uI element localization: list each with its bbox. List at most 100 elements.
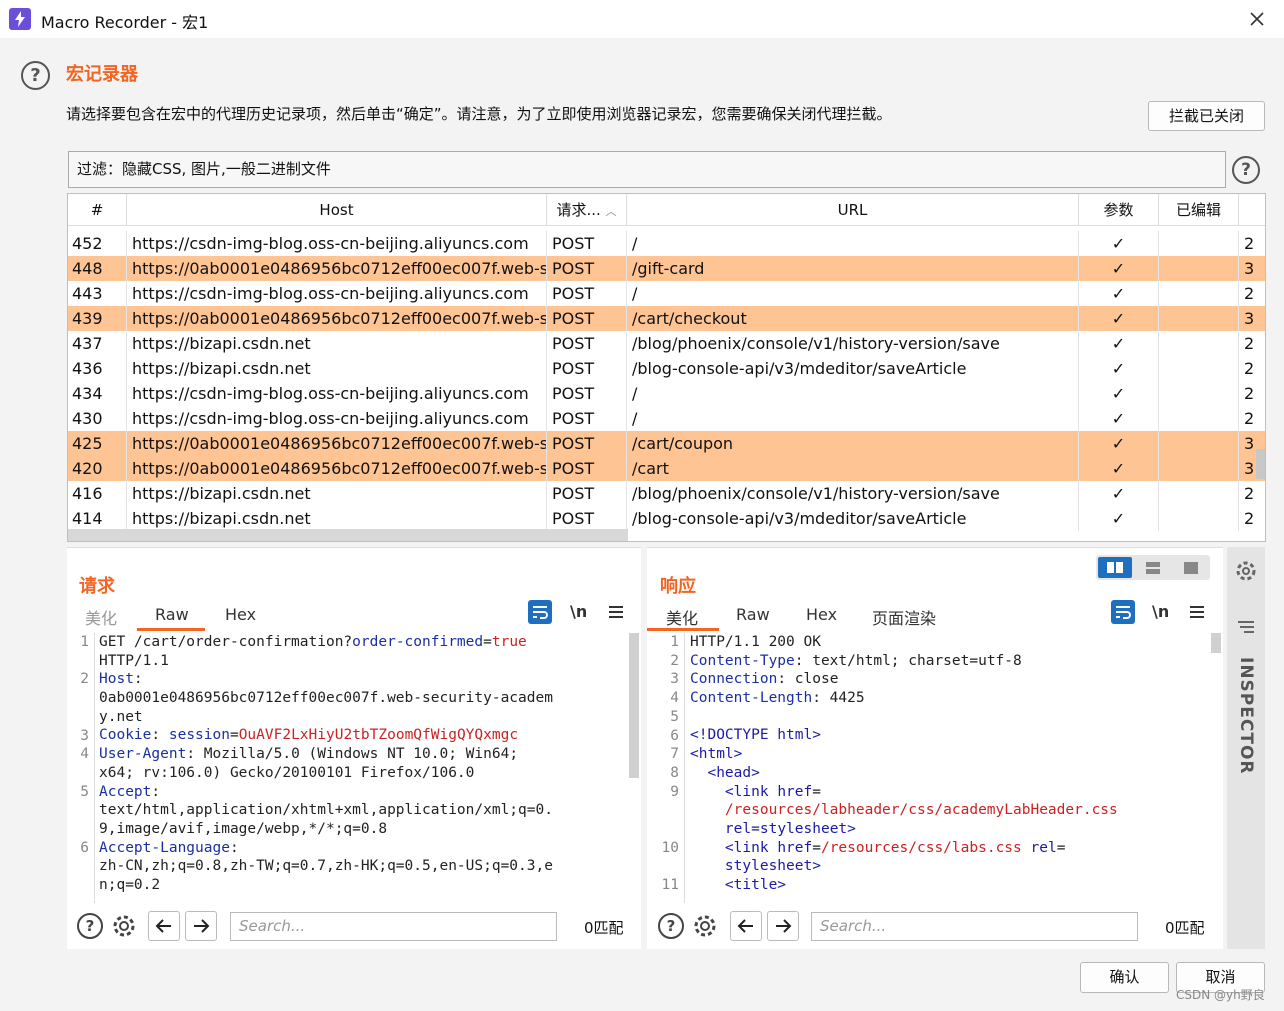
cell-num: 437 xyxy=(72,331,127,356)
cell-num: 416 xyxy=(72,481,127,506)
code-token: GET /cart/order-confirmation? xyxy=(99,634,353,650)
cell-num: 414 xyxy=(72,506,127,531)
cell-method: POST xyxy=(552,306,627,331)
response-scrollbar[interactable] xyxy=(1211,633,1221,653)
request-scrollbar[interactable] xyxy=(629,633,639,778)
cell-url: /cart/checkout xyxy=(632,306,1079,331)
code-line: <head> xyxy=(690,764,1118,783)
gear-icon[interactable] xyxy=(110,912,138,940)
code-token: rel xyxy=(724,820,752,837)
help-icon[interactable]: ? xyxy=(21,61,50,90)
cell-host: https://0ab0001e0486956bc0712eff00ec007f… xyxy=(132,306,547,331)
filter-lines-icon[interactable] xyxy=(1234,615,1258,643)
search-input[interactable]: Search... xyxy=(811,912,1138,941)
table-row[interactable]: 416 https://bizapi.csdn.net POST/blog/phoe… xyxy=(68,481,1265,506)
search-input[interactable]: Search... xyxy=(230,912,557,941)
column-header-url[interactable]: URL xyxy=(627,194,1079,226)
code-token: : xyxy=(151,727,169,744)
code-token: zh-CN,zh;q=0.8,zh-TW;q=0.7,zh-HK;q=0.5,e… xyxy=(99,858,553,875)
table-row[interactable]: 434 https://csdn-img-blog.oss-cn-beijing.… xyxy=(68,381,1265,406)
cell-url: /cart/coupon xyxy=(632,431,1079,456)
request-tab-hex[interactable]: Hex xyxy=(225,605,256,624)
gear-icon[interactable] xyxy=(691,912,719,940)
menu-icon[interactable] xyxy=(1185,600,1209,624)
cell-extra: 2 xyxy=(1244,359,1255,378)
request-tab-raw[interactable]: Raw xyxy=(155,605,189,624)
table-row[interactable]: 437 https://bizapi.csdn.net POST/blog/phoe… xyxy=(68,331,1265,356)
cell-url: / xyxy=(632,281,1079,306)
show-newlines-toggle[interactable]: \n xyxy=(570,602,587,621)
gear-icon[interactable] xyxy=(1234,559,1258,587)
history-table: # Host 请求... ︿ URL 参数 已编辑 452 https://csd… xyxy=(67,193,1266,542)
filter-help-icon[interactable]: ? xyxy=(1232,156,1260,184)
table-row[interactable]: 425 https://0ab0001e0486956bc0712eff00ec0… xyxy=(68,431,1265,456)
code-token: x64; rv:106.0) Gecko/20100101 Firefox/10… xyxy=(99,764,475,781)
menu-icon[interactable] xyxy=(604,600,628,624)
cell-params: ✓ xyxy=(1079,481,1159,506)
code-token: n;q=0.2 xyxy=(99,876,161,893)
show-newlines-toggle[interactable]: \n xyxy=(1152,602,1169,621)
split-vertical-layout-icon[interactable] xyxy=(1136,557,1170,578)
table-row[interactable]: 436 https://bizapi.csdn.net POST/blog-cons… xyxy=(68,356,1265,381)
line-number: 4 xyxy=(670,690,679,707)
ok-button[interactable]: 确认 xyxy=(1080,962,1169,993)
cell-edited xyxy=(1159,231,1239,256)
cell-method: POST xyxy=(552,281,627,306)
response-tab-pretty[interactable]: 美化 xyxy=(666,605,698,629)
horizontal-scrollbar[interactable] xyxy=(68,529,628,541)
code-token: HTTP/1.1 200 OK xyxy=(690,634,821,650)
code-token: Accept xyxy=(99,783,152,800)
column-header-params[interactable]: 参数 xyxy=(1079,194,1159,226)
next-match-button[interactable] xyxy=(767,911,799,941)
cell-edited xyxy=(1159,306,1239,331)
previous-match-button[interactable] xyxy=(148,911,180,941)
response-editor[interactable]: 1 2 3 4 5 6 7 8 9 10 11 HTTP/1.1 200 OK Content-Typ… xyxy=(647,633,1209,903)
close-icon[interactable] xyxy=(1246,8,1268,30)
help-icon[interactable]: ? xyxy=(76,912,104,940)
split-horizontal-layout-icon[interactable] xyxy=(1098,557,1132,578)
cell-edited xyxy=(1159,256,1239,281)
inspector-sidebar[interactable]: INSPECTOR xyxy=(1227,547,1265,949)
table-row[interactable]: 448 https://0ab0001e0486956bc0712eff00ec0… xyxy=(68,256,1265,281)
column-header-method[interactable]: 请求... ︿ xyxy=(547,194,627,226)
cell-method: POST xyxy=(552,356,627,381)
cell-extra: 3 xyxy=(1244,309,1255,328)
intercept-toggle-button[interactable]: 拦截已关闭 xyxy=(1148,101,1265,131)
table-row[interactable]: 420 https://0ab0001e0486956bc0712eff00ec0… xyxy=(68,456,1265,481)
code-line: Content-Length: 4425 xyxy=(690,689,1118,708)
response-tab-render[interactable]: 页面渲染 xyxy=(872,605,936,629)
column-header-number[interactable]: # xyxy=(68,194,127,226)
table-row[interactable]: 439 https://0ab0001e0486956bc0712eff00ec0… xyxy=(68,306,1265,331)
description-text: 请选择要包含在宏中的代理历史记录项，然后单击“确定”。请注意，为了立即使用浏览器… xyxy=(66,105,892,123)
response-tab-hex[interactable]: Hex xyxy=(806,605,837,624)
table-row[interactable]: 452 https://csdn-img-blog.oss-cn-beijing.… xyxy=(68,231,1265,256)
tabs-layout-icon[interactable] xyxy=(1174,557,1208,578)
column-header-edited[interactable]: 已编辑 xyxy=(1159,194,1239,226)
filter-bar[interactable]: 过滤：隐藏CSS, 图片,一般二进制文件 xyxy=(68,151,1226,188)
table-row[interactable]: 414 https://bizapi.csdn.net POST/blog-cons… xyxy=(68,506,1265,531)
wrap-lines-icon[interactable] xyxy=(1111,600,1135,624)
request-tab-pretty[interactable]: 美化 xyxy=(85,605,117,629)
cell-params: ✓ xyxy=(1079,331,1159,356)
request-editor[interactable]: 1 2 3 4 5 6 GET /cart/order-confirmation?orde… xyxy=(67,633,627,903)
column-header-host[interactable]: Host xyxy=(127,194,547,226)
help-icon[interactable]: ? xyxy=(657,912,685,940)
line-number: 8 xyxy=(670,764,679,781)
wrap-lines-icon[interactable] xyxy=(528,600,552,624)
request-footer: ? Search... 0匹配 xyxy=(67,910,641,942)
previous-match-button[interactable] xyxy=(730,911,762,941)
response-tab-raw[interactable]: Raw xyxy=(736,605,770,624)
table-row[interactable]: 430 https://csdn-img-blog.oss-cn-beijing.… xyxy=(68,406,1265,431)
code-token: Accept-Language xyxy=(99,839,230,856)
cell-edited xyxy=(1159,481,1239,506)
table-row[interactable]: 443 https://csdn-img-blog.oss-cn-beijing.… xyxy=(68,281,1265,306)
code-token: =stylesheet> xyxy=(751,820,856,837)
request-title: 请求 xyxy=(79,576,115,597)
next-match-button[interactable] xyxy=(185,911,217,941)
cell-params: ✓ xyxy=(1079,231,1159,256)
cell-params: ✓ xyxy=(1079,356,1159,381)
code-line: rel=stylesheet> xyxy=(690,820,1118,839)
response-title: 响应 xyxy=(660,576,696,597)
vertical-scrollbar[interactable] xyxy=(1256,449,1265,479)
